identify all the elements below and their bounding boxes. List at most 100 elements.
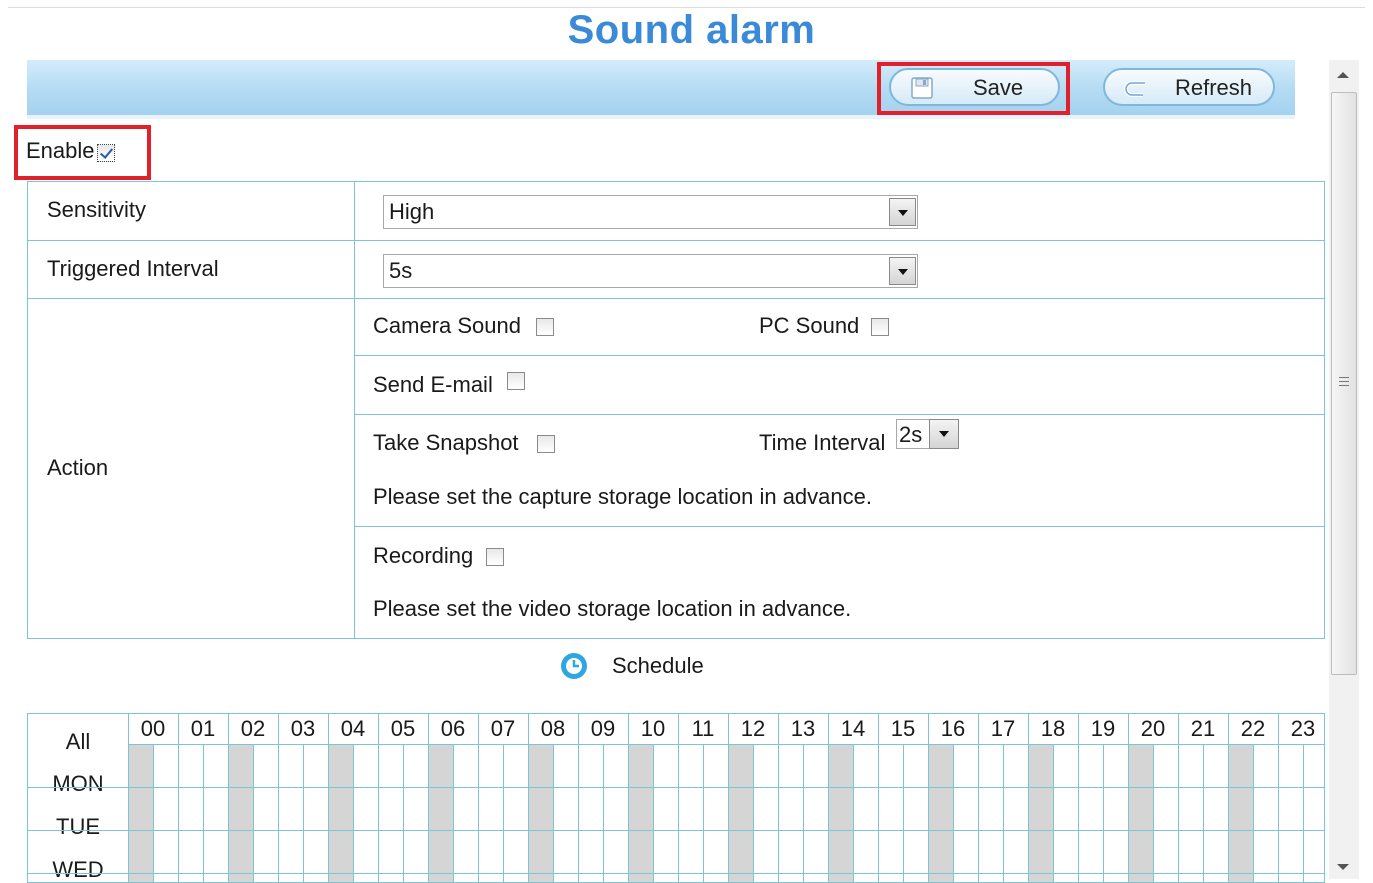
chevron-down-icon[interactable] <box>889 257 916 285</box>
grid-line <box>503 744 504 882</box>
schedule-grid[interactable]: All MON TUE WED 00 01 02 03 04 05 06 07 08 09 10 11… <box>27 713 1325 883</box>
hour-label[interactable]: 11 <box>678 716 728 742</box>
schedule-slot-shade[interactable] <box>528 744 553 882</box>
grid-line <box>903 744 904 882</box>
hour-label[interactable]: 15 <box>878 716 928 742</box>
all-label[interactable]: All <box>28 729 128 755</box>
snapshot-note: Please set the capture storage location … <box>373 484 872 509</box>
hour-label[interactable]: 08 <box>528 716 578 742</box>
chevron-down-icon[interactable] <box>889 198 916 226</box>
hour-label[interactable]: 03 <box>278 716 328 742</box>
grid-line <box>128 744 1324 745</box>
schedule-slot-shade[interactable] <box>178 744 203 882</box>
schedule-slot-shade[interactable] <box>128 744 153 882</box>
schedule-slot-shade[interactable] <box>878 744 903 882</box>
schedule-slot-shade[interactable] <box>728 744 753 882</box>
hour-label[interactable]: 01 <box>178 716 228 742</box>
schedule-slot-shade[interactable] <box>478 744 503 882</box>
schedule-slot-shade[interactable] <box>1228 744 1253 882</box>
schedule-heading: Schedule <box>560 652 704 680</box>
recording-checkbox[interactable] <box>486 548 504 566</box>
time-interval-label: Time Interval <box>759 430 886 455</box>
hour-label[interactable]: 21 <box>1178 716 1228 742</box>
schedule-slot-shade[interactable] <box>428 744 453 882</box>
form-row-divider <box>354 355 1325 356</box>
day-label-mon[interactable]: MON <box>28 771 128 797</box>
schedule-slot-shade[interactable] <box>1078 744 1103 882</box>
hour-label[interactable]: 18 <box>1028 716 1078 742</box>
pc-sound-checkbox[interactable] <box>871 318 889 336</box>
form-row-divider <box>27 240 1325 241</box>
schedule-slot-shade[interactable] <box>828 744 853 882</box>
schedule-slot-shade[interactable] <box>1178 744 1203 882</box>
day-label-wed[interactable]: WED <box>28 857 128 883</box>
camera-sound-checkbox[interactable] <box>536 318 554 336</box>
grid-line <box>253 744 254 882</box>
hour-label[interactable]: 13 <box>778 716 828 742</box>
hour-label[interactable]: 22 <box>1228 716 1278 742</box>
recording-label: Recording <box>373 543 474 568</box>
grid-line <box>353 744 354 882</box>
scroll-up-icon[interactable] <box>1337 72 1349 78</box>
grid-line <box>753 744 754 882</box>
hour-label[interactable]: 04 <box>328 716 378 742</box>
grid-line <box>1153 744 1154 882</box>
hour-label[interactable]: 10 <box>628 716 678 742</box>
triggered-interval-select[interactable]: 5s <box>383 254 918 288</box>
schedule-slot-shade[interactable] <box>628 744 653 882</box>
hour-label[interactable]: 19 <box>1078 716 1128 742</box>
time-interval-select[interactable]: 2s <box>896 419 959 451</box>
hour-label[interactable]: 16 <box>928 716 978 742</box>
grid-line <box>203 744 204 882</box>
refresh-button[interactable]: Refresh <box>1103 68 1275 106</box>
schedule-slot-shade[interactable] <box>678 744 703 882</box>
grid-line <box>553 744 554 882</box>
clock-icon <box>561 653 587 679</box>
hour-label[interactable]: 14 <box>828 716 878 742</box>
hour-label[interactable]: 12 <box>728 716 778 742</box>
hour-label[interactable]: 07 <box>478 716 528 742</box>
send-email-checkbox[interactable] <box>507 372 525 390</box>
triggered-interval-value: 5s <box>389 258 413 283</box>
day-label-tue[interactable]: TUE <box>28 814 128 840</box>
grid-line <box>1053 744 1054 882</box>
hour-label[interactable]: 00 <box>128 716 178 742</box>
recording-note: Please set the video storage location in… <box>373 596 852 621</box>
enable-highlight-box <box>14 125 151 180</box>
schedule-slot-shade[interactable] <box>328 744 353 882</box>
schedule-slot-shade[interactable] <box>228 744 253 882</box>
time-interval-value: 2s <box>896 419 929 449</box>
schedule-slot-shade[interactable] <box>378 744 403 882</box>
action-label: Action <box>47 455 109 480</box>
schedule-slot-shade[interactable] <box>1028 744 1053 882</box>
grid-line <box>28 787 1324 788</box>
sensitivity-select[interactable]: High <box>383 195 918 229</box>
hour-label[interactable]: 02 <box>228 716 278 742</box>
hour-label[interactable]: 09 <box>578 716 628 742</box>
hour-label[interactable]: 17 <box>978 716 1028 742</box>
take-snapshot-checkbox[interactable] <box>537 435 555 453</box>
scroll-down-icon[interactable] <box>1337 864 1349 870</box>
grid-line <box>453 744 454 882</box>
hour-label[interactable]: 06 <box>428 716 478 742</box>
grid-line <box>703 744 704 882</box>
hour-label[interactable]: 20 <box>1128 716 1178 742</box>
triggered-interval-label: Triggered Interval <box>47 256 219 281</box>
toolbar-bottom-border <box>27 115 1295 119</box>
chevron-down-icon[interactable] <box>929 419 959 449</box>
schedule-slot-shade[interactable] <box>978 744 1003 882</box>
grid-line <box>1103 744 1104 882</box>
schedule-slot-shade[interactable] <box>928 744 953 882</box>
sensitivity-value: High <box>389 199 435 224</box>
hour-label[interactable]: 05 <box>378 716 428 742</box>
schedule-slot-shade[interactable] <box>278 744 303 882</box>
toolbar: Save Refresh <box>27 60 1295 115</box>
hour-label[interactable]: 23 <box>1278 716 1328 742</box>
grid-line <box>653 744 654 882</box>
refresh-button-label: Refresh <box>1175 75 1253 100</box>
schedule-slot-shade[interactable] <box>778 744 803 882</box>
schedule-slot-shade[interactable] <box>1128 744 1153 882</box>
grid-line <box>28 830 1324 831</box>
schedule-slot-shade[interactable] <box>578 744 603 882</box>
schedule-slot-shade[interactable] <box>1278 744 1303 882</box>
